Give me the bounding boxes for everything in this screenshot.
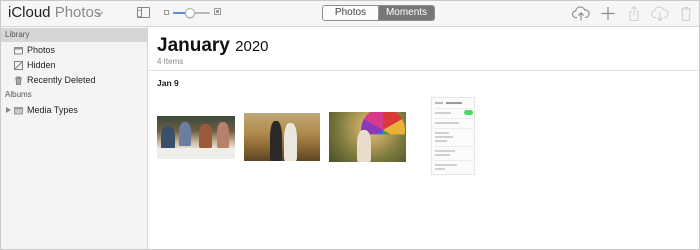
sidebar-section-albums: Albums [5,90,32,99]
zoom-out-icon[interactable] [164,10,169,15]
sidebar-item-recently-deleted[interactable]: Recently Deleted [1,73,147,88]
settings-screenshot[interactable] [431,97,475,175]
photos-icon [14,46,23,55]
family-dinner-photo[interactable] [157,116,235,159]
zoom-slider[interactable] [173,8,210,18]
app-title[interactable]: iCloud Photos [8,4,104,21]
couple-field-photo[interactable] [244,113,320,161]
add-icon[interactable] [599,5,617,22]
disclosure-triangle-icon[interactable] [6,107,11,113]
upload-icon[interactable] [572,5,590,22]
sidebar-section-library: Library [1,28,147,42]
sidebar-item-label: Recently Deleted [27,75,96,85]
sidebar-item-photos[interactable]: Photos [1,43,147,58]
toolbar: iCloud Photos Photos Moments [1,1,699,27]
sidebar-item-label: Photos [27,45,56,55]
hidden-icon [14,61,23,70]
app-title-icloud: iCloud [8,4,51,21]
tab-moments[interactable]: Moments [378,6,434,20]
moment-date: Jan 9 [157,78,179,88]
sidebar-item-label: Media Types [27,105,78,115]
year-label: 2020 [235,38,269,55]
sidebar-toggle-icon[interactable] [137,7,150,18]
trash-icon [677,5,695,22]
app-window: iCloud Photos Photos Moments Library Pho… [0,0,700,250]
page-title: January 2020 [157,35,269,57]
folder-icon [14,106,23,115]
moments-view: January 2020 4 Items Jan 9 [149,27,699,249]
share-icon [625,5,643,22]
header-divider [149,70,699,71]
trash-icon [14,76,23,85]
woman-umbrella-photo[interactable] [329,112,406,162]
sidebar-item-hidden[interactable]: Hidden [1,58,147,73]
month-label: January [157,35,230,56]
sidebar: Library Photos Hidden Recently Deleted A… [1,27,148,249]
zoom-in-icon[interactable] [214,8,221,15]
sidebar-item-media-types[interactable]: Media Types [1,103,147,118]
sidebar-item-label: Hidden [27,60,56,70]
item-count: 4 Items [157,57,184,66]
tab-photos[interactable]: Photos [323,6,378,20]
download-icon [651,5,669,22]
view-segmented-control: Photos Moments [322,5,435,21]
zoom-slider-thumb[interactable] [184,8,195,18]
